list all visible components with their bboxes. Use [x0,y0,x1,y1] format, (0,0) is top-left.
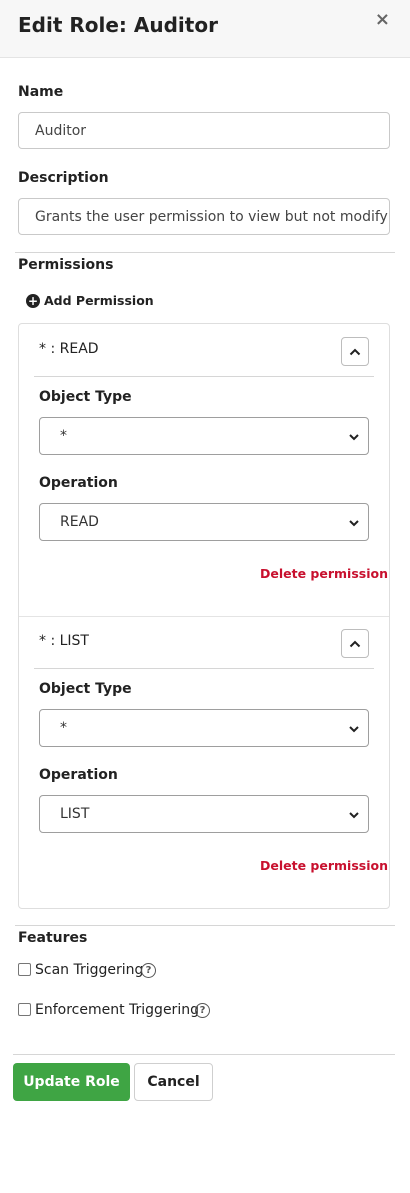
chevron-down-icon [349,726,359,733]
collapse-button[interactable] [341,629,369,658]
add-permission-label: Add Permission [44,293,154,308]
operation-label: Operation [39,475,118,491]
name-label: Name [18,84,64,100]
chevron-up-icon [349,640,361,647]
features-label: Features [18,930,88,946]
permission-divider [34,376,374,377]
permissions-label: Permissions [18,257,114,273]
delete-permission-link[interactable]: Delete permission [260,566,388,581]
scan-triggering-label: Scan Triggering [35,962,144,978]
description-input[interactable]: Grants the user permission to view but n… [18,198,390,235]
permission-separator [19,616,389,617]
operation-select[interactable]: LIST [39,795,369,833]
chevron-down-icon [349,812,359,819]
chevron-up-icon [349,348,361,355]
divider [13,1054,395,1055]
chevron-down-icon [349,434,359,441]
description-label: Description [18,170,109,186]
object-type-label: Object Type [39,389,132,405]
help-icon[interactable]: ? [141,963,156,978]
dialog-header: Edit Role: Auditor × [0,0,410,58]
dialog-title: Edit Role: Auditor [18,13,218,37]
close-icon[interactable]: × [375,11,390,29]
scan-triggering-checkbox[interactable] [18,963,31,976]
object-type-label: Object Type [39,681,132,697]
update-role-button[interactable]: Update Role [13,1063,130,1101]
operation-label: Operation [39,767,118,783]
collapse-button[interactable] [341,337,369,366]
divider [15,925,395,926]
operation-value: LIST [60,806,90,822]
divider [15,252,395,253]
object-type-value: * [60,720,67,736]
permission-title: * : READ [39,341,99,357]
enforcement-triggering-checkbox[interactable] [18,1003,31,1016]
name-input[interactable]: Auditor [18,112,390,149]
cancel-button[interactable]: Cancel [134,1063,213,1101]
permission-divider [34,668,374,669]
object-type-select[interactable]: * [39,709,369,747]
permission-title: * : LIST [39,633,89,649]
object-type-value: * [60,428,67,444]
operation-select[interactable]: READ [39,503,369,541]
add-permission-button[interactable]: + Add Permission [26,293,154,308]
delete-permission-link[interactable]: Delete permission [260,858,388,873]
operation-value: READ [60,514,99,530]
chevron-down-icon [349,520,359,527]
object-type-select[interactable]: * [39,417,369,455]
plus-circle-icon: + [26,293,40,308]
enforcement-triggering-label: Enforcement Triggering [35,1002,199,1018]
help-icon[interactable]: ? [195,1003,210,1018]
